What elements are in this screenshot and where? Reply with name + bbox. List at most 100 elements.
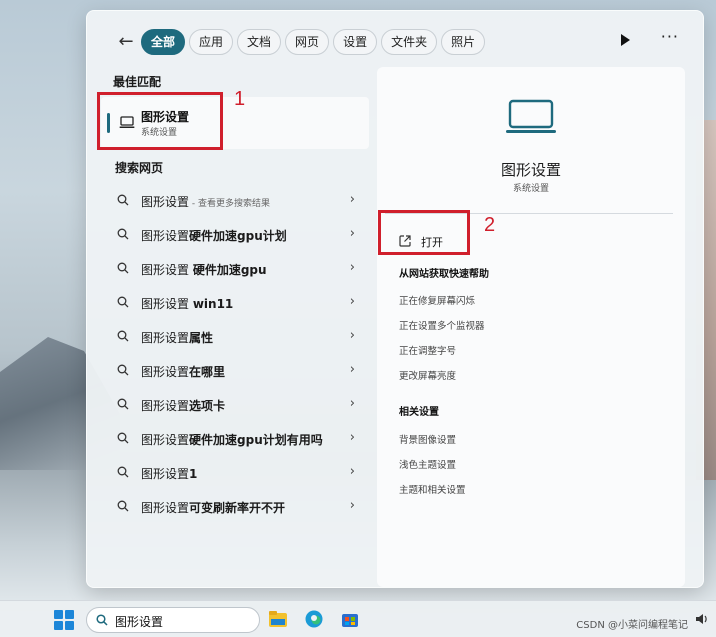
search-icon [117, 296, 129, 308]
result-bold: 在哪里 [189, 365, 226, 379]
chevron-right-icon[interactable]: › [350, 260, 355, 275]
search-icon [96, 614, 108, 626]
chevron-right-icon[interactable]: › [350, 498, 355, 513]
web-result-row[interactable]: 图形设置 - 查看更多搜索结果 › [101, 183, 369, 217]
result-prefix: 图形设置 [141, 467, 190, 481]
web-search-heading: 搜索网页 [115, 161, 164, 175]
filter-chip[interactable]: 文件夹 [381, 29, 438, 55]
result-bold: 属性 [189, 331, 214, 345]
chevron-right-icon[interactable]: › [350, 430, 355, 445]
web-result-row[interactable]: 图形设置硬件加速gpu计划有用吗 › [101, 421, 369, 455]
detail-title: 图形设置 [500, 161, 561, 179]
web-result-text: 图形设置 硬件加速gpu [141, 261, 267, 278]
help-link[interactable]: 正在修复屏幕闪烁 [399, 293, 475, 307]
chevron-right-icon[interactable]: › [350, 328, 355, 343]
result-sub: - 查看更多搜索结果 [189, 199, 270, 209]
chevron-right-icon[interactable]: › [350, 192, 355, 207]
web-result-row[interactable]: 图形设置硬件加速gpu计划 › [101, 217, 369, 251]
search-icon [117, 500, 129, 512]
search-icon [117, 364, 129, 376]
more-options-icon[interactable]: ··· [661, 27, 679, 46]
annotation-box-1 [97, 92, 223, 150]
result-prefix: 图形设置 [141, 297, 193, 311]
filter-chip[interactable]: 网页 [285, 29, 330, 55]
search-icon [117, 194, 129, 206]
result-bold: 可变刷新率开不开 [189, 501, 286, 515]
annotation-number-1: 1 [234, 88, 246, 110]
filter-chip[interactable]: 文档 [237, 29, 282, 55]
web-result-row[interactable]: 图形设置在哪里 › [101, 353, 369, 387]
filter-bar: ← 全部 应用 文档 网页 设置 文件夹 照片 ··· [87, 27, 703, 59]
result-prefix: 图形设置 [141, 399, 190, 413]
result-bold: 硬件加速gpu计划 [189, 229, 287, 243]
search-icon [117, 398, 129, 410]
search-icon [117, 228, 129, 240]
volume-icon[interactable] [694, 611, 710, 627]
result-prefix: 图形设置 [141, 331, 190, 345]
windows-start-icon[interactable] [54, 610, 74, 630]
web-result-row[interactable]: 图形设置属性 › [101, 319, 369, 353]
help-link[interactable]: 更改屏幕亮度 [399, 368, 456, 382]
play-icon[interactable] [619, 33, 633, 47]
annotation-number-2: 2 [484, 214, 496, 236]
annotation-box-2 [378, 210, 470, 255]
web-result-row[interactable]: 图形设置可变刷新率开不开 › [101, 489, 369, 523]
web-result-text: 图形设置在哪里 [141, 363, 225, 380]
web-result-text: 图形设置可变刷新率开不开 [141, 499, 285, 516]
result-prefix: 图形设置 [141, 263, 193, 277]
taskbar-search-input[interactable]: 图形设置 [86, 607, 260, 633]
web-result-text: 图形设置选项卡 [141, 397, 225, 414]
search-icon [117, 432, 129, 444]
result-prefix: 图形设置 [141, 365, 190, 379]
search-icon [117, 262, 129, 274]
chevron-right-icon[interactable]: › [350, 226, 355, 241]
file-explorer-icon[interactable] [268, 609, 288, 629]
result-bold: 硬件加速gpu计划有用吗 [189, 433, 323, 447]
back-arrow-icon[interactable]: ← [115, 31, 137, 53]
web-result-row[interactable]: 图形设置选项卡 › [101, 387, 369, 421]
taskbar-search-value: 图形设置 [115, 615, 164, 629]
web-result-text: 图形设置 - 查看更多搜索结果 [141, 193, 270, 210]
web-result-text: 图形设置属性 [141, 329, 213, 346]
related-link[interactable]: 主题和相关设置 [399, 482, 466, 496]
search-icon [117, 466, 129, 478]
result-bold: 硬件加速gpu [192, 263, 267, 277]
detail-subtitle: 系统设置 [512, 184, 549, 194]
taskbar: 图形设置 CSDN @小菜问编程笔记 [0, 600, 716, 637]
best-match-heading: 最佳匹配 [113, 75, 162, 89]
filter-chip[interactable]: 设置 [333, 29, 378, 55]
result-prefix: 图形设置 [141, 195, 190, 209]
related-link[interactable]: 浅色主题设置 [399, 457, 456, 471]
web-result-row[interactable]: 图形设置 硬件加速gpu › [101, 251, 369, 285]
laptop-large-icon [506, 99, 556, 133]
store-icon[interactable] [340, 609, 360, 629]
result-bold: win11 [192, 297, 234, 311]
web-result-row[interactable]: 图形设置 win11 › [101, 285, 369, 319]
filter-chip[interactable]: 照片 [441, 29, 486, 55]
search-icon [117, 330, 129, 342]
detail-pane: 图形设置 系统设置 打开 从网站获取快速帮助 正在修复屏幕闪烁 正在设置多个监视器… [377, 67, 685, 587]
web-result-text: 图形设置硬件加速gpu计划 [141, 227, 287, 244]
result-bold: 1 [189, 467, 198, 481]
chevron-right-icon[interactable]: › [350, 396, 355, 411]
chevron-right-icon[interactable]: › [350, 294, 355, 309]
help-link[interactable]: 正在设置多个监视器 [399, 318, 485, 332]
related-link[interactable]: 背景图像设置 [399, 432, 456, 446]
chevron-right-icon[interactable]: › [350, 362, 355, 377]
web-result-text: 图形设置硬件加速gpu计划有用吗 [141, 431, 323, 448]
result-prefix: 图形设置 [141, 229, 190, 243]
watermark-text: CSDN @小菜问编程笔记 [576, 620, 688, 631]
chevron-right-icon[interactable]: › [350, 464, 355, 479]
filter-chip[interactable]: 应用 [189, 29, 234, 55]
related-heading: 相关设置 [399, 407, 439, 418]
web-result-text: 图形设置 win11 [141, 295, 233, 312]
web-results-list: 图形设置 - 查看更多搜索结果 › 图形设置硬件加速gpu计划 › 图形设置 硬件加速g… [101, 183, 369, 523]
result-prefix: 图形设置 [141, 501, 190, 515]
web-result-text: 图形设置1 [141, 465, 197, 482]
help-link[interactable]: 正在调整字号 [399, 343, 456, 357]
edge-browser-icon[interactable] [304, 609, 324, 629]
help-heading: 从网站获取快速帮助 [399, 269, 489, 280]
result-prefix: 图形设置 [141, 433, 190, 447]
web-result-row[interactable]: 图形设置1 › [101, 455, 369, 489]
filter-chip[interactable]: 全部 [141, 29, 186, 55]
